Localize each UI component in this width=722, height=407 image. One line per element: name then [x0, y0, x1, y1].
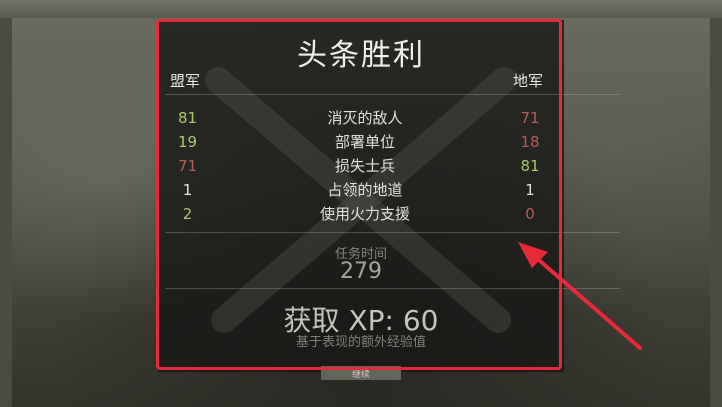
annotation-arrow-icon — [518, 242, 642, 350]
